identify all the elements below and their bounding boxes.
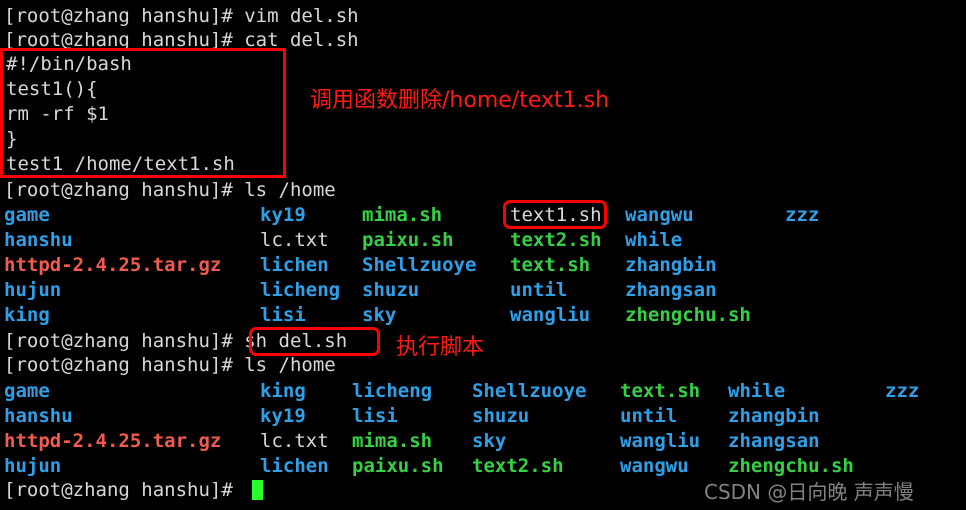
listing-entry: wangwu [620, 455, 689, 477]
listing-entry: lichen [260, 254, 329, 276]
listing-entry: hujun [4, 279, 62, 301]
terminal-window: [root@zhang hanshu]# vim del.sh [root@zha… [0, 0, 966, 510]
listing-entry: hanshu [4, 405, 73, 427]
listing-entry: ky19 [260, 204, 306, 226]
listing-entry: mima.sh [352, 430, 433, 452]
listing-entry: zhengchu.sh [625, 304, 751, 326]
listing-entry: lc.txt [260, 229, 329, 251]
annotation-text: 调用函数删除/home/text1.sh [310, 88, 610, 113]
listing-entry: licheng [260, 279, 341, 301]
watermark: CSDN @日向晚 声声慢 [704, 480, 914, 504]
listing-entry: ky19 [260, 405, 306, 427]
listing-entry: sky [472, 430, 507, 452]
terminal-command-line: [root@zhang hanshu]# cat del.sh [4, 28, 359, 52]
listing-entry: text2.sh [472, 455, 564, 477]
shell-prompt: [root@zhang hanshu]# [4, 179, 245, 201]
shell-prompt: [root@zhang hanshu]# [4, 330, 245, 352]
listing-entry: Shellzuoye [362, 254, 477, 276]
annotation-text: 执行脚本 [396, 335, 485, 360]
listing-entry: text.sh [510, 254, 591, 276]
shell-prompt: [root@zhang hanshu]# [4, 354, 245, 376]
listing-entry: text1.sh [510, 204, 602, 226]
listing-entry: game [4, 204, 50, 226]
script-line: rm -rf $1 [6, 103, 109, 125]
listing-entry: zhangsan [625, 279, 717, 301]
listing-entry: lc.txt [260, 430, 329, 452]
listing-entry: shuzu [472, 405, 530, 427]
listing-entry: until [620, 405, 678, 427]
listing-entry: game [4, 380, 50, 402]
terminal-command-line: [root@zhang hanshu]# sh del.sh [4, 329, 347, 353]
shell-command: sh del.sh [244, 330, 348, 352]
script-line: test1 /home/text1.sh [6, 153, 235, 175]
terminal-command-line: [root@zhang hanshu]# ls /home [4, 178, 336, 202]
script-line: test1(){ [6, 78, 98, 100]
shell-prompt: [root@zhang hanshu]# [4, 479, 245, 501]
listing-entry: zhengchu.sh [728, 455, 854, 477]
listing-entry: until [510, 279, 568, 301]
shell-command: cat del.sh [244, 29, 359, 51]
listing-entry: licheng [352, 380, 433, 402]
shell-command: ls /home [244, 354, 336, 376]
listing-entry: lisi [352, 405, 398, 427]
shell-prompt: [root@zhang hanshu]# [4, 5, 245, 27]
listing-entry: while [728, 380, 786, 402]
listing-entry: while [625, 229, 683, 251]
listing-entry: paixu.sh [362, 229, 454, 251]
terminal-command-line: [root@zhang hanshu]# vim del.sh [4, 4, 359, 28]
listing-entry: lichen [260, 455, 329, 477]
listing-entry: sky [362, 304, 397, 326]
terminal-command-line: [root@zhang hanshu]# ls /home [4, 353, 336, 377]
terminal-cursor [252, 480, 263, 500]
listing-entry: zzz [885, 380, 920, 402]
listing-entry: wangliu [620, 430, 701, 452]
listing-entry: text2.sh [510, 229, 602, 251]
listing-entry: text.sh [620, 380, 701, 402]
listing-entry: king [260, 380, 306, 402]
listing-entry: mima.sh [362, 204, 443, 226]
shell-command: ls /home [244, 179, 336, 201]
listing-entry: wangliu [510, 304, 591, 326]
listing-entry: hujun [4, 455, 62, 477]
shell-prompt: [root@zhang hanshu]# [4, 29, 245, 51]
listing-entry: Shellzuoye [472, 380, 587, 402]
listing-entry: zzz [785, 204, 820, 226]
shell-command: vim del.sh [244, 5, 359, 27]
listing-entry: king [4, 304, 50, 326]
script-line: #!/bin/bash [6, 53, 132, 75]
listing-entry: lisi [260, 304, 306, 326]
listing-entry: httpd-2.4.25.tar.gz [4, 254, 222, 276]
script-line: } [6, 128, 18, 150]
listing-entry: paixu.sh [352, 455, 444, 477]
listing-entry: hanshu [4, 229, 73, 251]
listing-entry: zhangbin [728, 405, 820, 427]
listing-entry: zhangbin [625, 254, 717, 276]
listing-entry: httpd-2.4.25.tar.gz [4, 430, 222, 452]
listing-entry: shuzu [362, 279, 420, 301]
listing-entry: zhangsan [728, 430, 820, 452]
listing-entry: wangwu [625, 204, 694, 226]
terminal-command-line: [root@zhang hanshu]# [4, 478, 244, 502]
